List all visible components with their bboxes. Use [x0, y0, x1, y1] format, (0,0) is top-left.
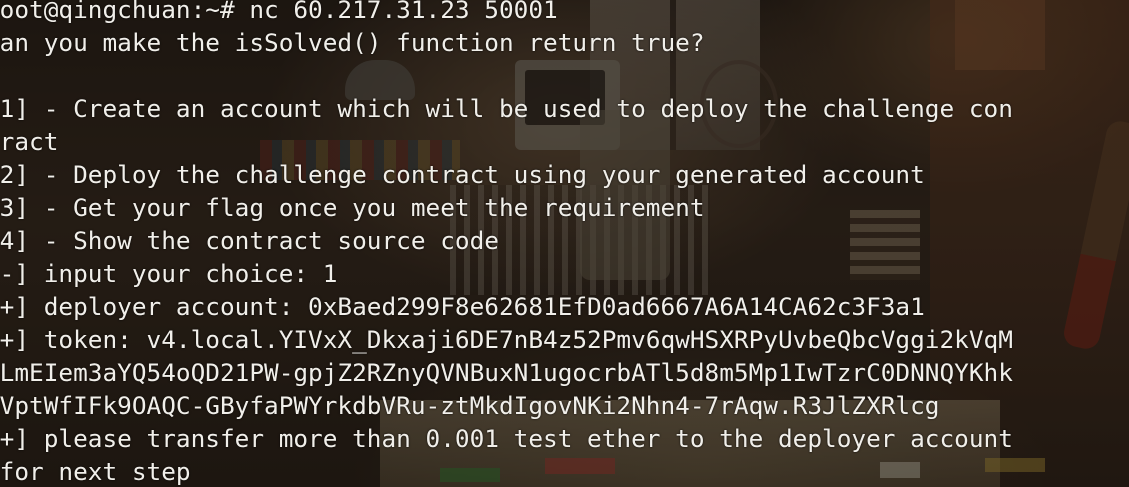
output-line: Can you make the isSolved() function ret…	[0, 28, 705, 57]
menu-option-1-continued: tract	[0, 127, 59, 156]
terminal-output[interactable]: root@qingchuan:~# nc 60.217.31.23 50001 …	[0, 0, 1129, 487]
menu-option-2-line: [2] - Deploy the challenge contract usin…	[0, 160, 925, 189]
transfer-instruction-line: [+] please transfer more than 0.001 test…	[0, 424, 1013, 453]
token-line-continued: aVptWfIFk9OAQC-GByfaPWYrkdbVRu-ztMkdIgov…	[0, 391, 940, 420]
token-line: [+] token: v4.local.YIVxX_Dkxaji6DE7nB4z…	[0, 325, 1013, 354]
transfer-instruction-continued: for next step	[0, 457, 191, 486]
menu-option-3-line: [3] - Get your flag once you meet the re…	[0, 193, 705, 222]
choice-input-line: [-] input your choice: 1	[0, 259, 338, 288]
menu-option-4-line: [4] - Show the contract source code	[0, 226, 499, 255]
token-line-continued: ULmEIem3aYQ54oQD21PW-gpjZ2RZnyQVNBuxN1ug…	[0, 358, 1013, 387]
terminal-window[interactable]: root@qingchuan:~# nc 60.217.31.23 50001 …	[0, 0, 1129, 487]
command-prompt-line: root@qingchuan:~# nc 60.217.31.23 50001	[0, 0, 558, 24]
menu-option-1-line: [1] - Create an account which will be us…	[0, 94, 1013, 123]
deployer-account-line: [+] deployer account: 0xBaed299F8e62681E…	[0, 292, 925, 321]
